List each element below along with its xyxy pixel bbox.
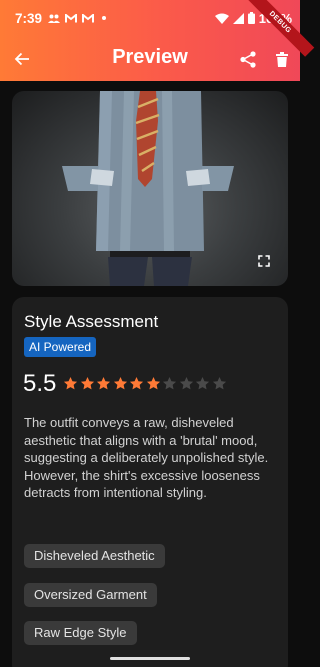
signal-icon xyxy=(232,12,244,24)
battery-icon xyxy=(247,12,255,24)
star-filled-icon xyxy=(80,376,94,390)
assessment-description: The outfit conveys a raw, disheveled aes… xyxy=(24,415,269,500)
star-filled-icon xyxy=(96,376,111,390)
star-empty-icon xyxy=(212,376,226,390)
tag-chip[interactable]: Disheveled Aesthetic xyxy=(24,544,165,568)
preview-photo[interactable] xyxy=(12,91,288,286)
arrow-back-icon xyxy=(14,52,29,66)
group-icon xyxy=(48,14,61,23)
back-button[interactable] xyxy=(10,47,34,71)
fullscreen-button[interactable] xyxy=(254,251,274,271)
fullscreen-icon xyxy=(258,255,270,267)
star-empty-icon xyxy=(162,376,177,390)
app-bar: 7:39 100% xyxy=(0,0,315,81)
home-indicator xyxy=(110,657,190,660)
star-filled-icon xyxy=(63,376,78,390)
ai-powered-badge: AI Powered xyxy=(24,337,97,357)
status-time: 7:39 xyxy=(15,10,43,26)
share-icon xyxy=(240,50,256,68)
toolbar: Preview xyxy=(0,36,300,81)
notification-icons xyxy=(48,13,107,23)
wifi-icon xyxy=(214,13,229,24)
mail-icon xyxy=(65,13,78,22)
delete-icon xyxy=(276,51,288,67)
star-empty-icon xyxy=(179,376,193,390)
star-empty-icon xyxy=(195,376,210,390)
style-assessment-card: Style Assessment AI Powered 5.5 The outf… xyxy=(12,297,288,667)
style-score: 5.5 xyxy=(23,370,57,397)
mail-icon xyxy=(82,13,95,22)
tag-chip[interactable]: Oversized Garment xyxy=(24,583,157,607)
star-filled-icon xyxy=(113,376,127,390)
dot-icon xyxy=(102,16,107,20)
delete-button[interactable] xyxy=(270,47,294,71)
tag-chip[interactable]: Raw Edge Style xyxy=(24,621,137,645)
share-button[interactable] xyxy=(236,47,260,71)
star-filled-icon xyxy=(146,376,160,390)
star-filled-icon xyxy=(129,376,144,390)
assessment-title: Style Assessment xyxy=(24,312,159,331)
person-figure xyxy=(62,91,234,286)
star-rating xyxy=(63,376,227,391)
